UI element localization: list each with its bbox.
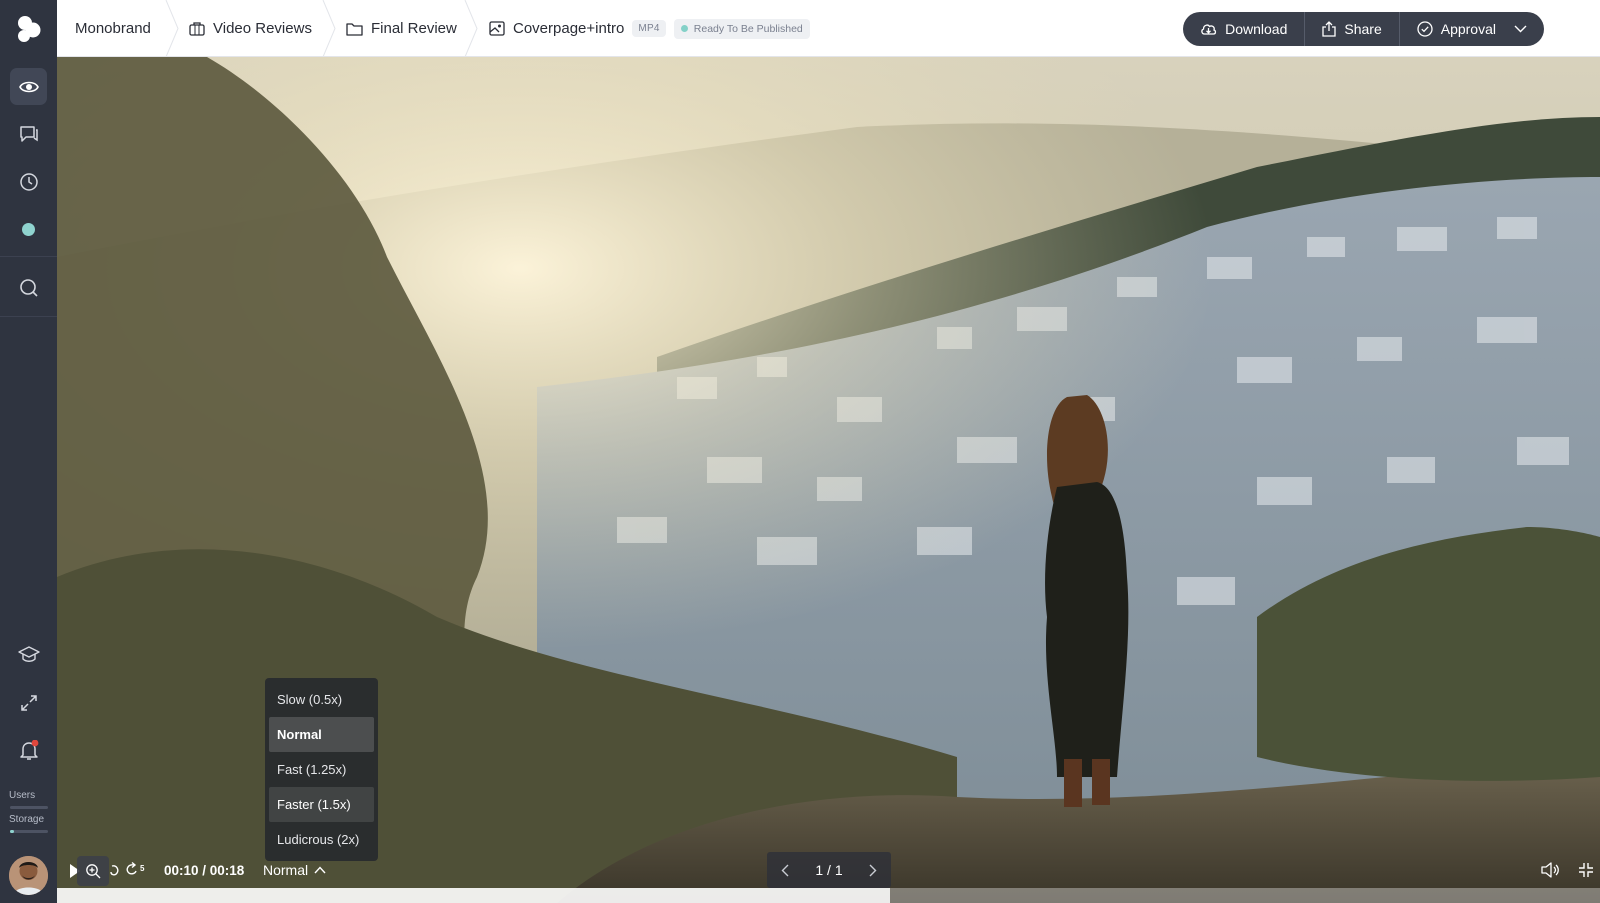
- speed-option-fast[interactable]: Fast (1.25x): [269, 752, 374, 787]
- search-button[interactable]: [10, 269, 47, 306]
- player-controls: 5 00:10 / 00:18 Normal 1 / 1: [57, 852, 1600, 888]
- status-badge[interactable]: Ready To Be Published: [673, 18, 810, 39]
- share-icon: [1322, 21, 1337, 37]
- clock-icon: [19, 172, 38, 191]
- speed-option-faster[interactable]: Faster (1.5x): [269, 787, 374, 822]
- history-button[interactable]: [10, 163, 47, 200]
- zoom-in-icon: [86, 864, 101, 879]
- cloud-download-icon: [1201, 24, 1217, 35]
- bell-icon: [19, 740, 38, 760]
- volume-icon[interactable]: [1541, 862, 1559, 878]
- time-display: 00:10 / 00:18: [164, 863, 245, 878]
- speed-selector[interactable]: Normal: [263, 862, 326, 878]
- breadcrumb-separator-icon: [165, 0, 179, 57]
- share-button[interactable]: Share: [1305, 12, 1400, 46]
- top-bar: Monobrand Video Reviews Final Review Cov…: [57, 0, 1600, 57]
- breadcrumb-separator-icon: [464, 0, 478, 57]
- zoom-button[interactable]: [77, 856, 109, 886]
- notifications-button[interactable]: [10, 732, 47, 769]
- view-mode-button[interactable]: [10, 68, 47, 105]
- briefcase-icon: [189, 22, 205, 36]
- comments-button[interactable]: [10, 116, 47, 153]
- breadcrumb-asset-label: Coverpage+intro: [513, 20, 625, 37]
- status-badge-label: Ready To Be Published: [693, 22, 803, 35]
- rail-divider: [0, 316, 57, 317]
- breadcrumb-workspace[interactable]: Monobrand: [75, 0, 151, 57]
- page-indicator: 1 / 1: [815, 862, 843, 878]
- chevron-down-icon: [1514, 25, 1527, 33]
- breadcrumb-separator-icon: [322, 0, 336, 57]
- users-quota-label: Users: [9, 790, 36, 801]
- breadcrumb-folder-label: Final Review: [371, 20, 457, 37]
- approval-label: Approval: [1440, 21, 1496, 37]
- speed-option-ludicrous[interactable]: Ludicrous (2x): [269, 822, 374, 857]
- breadcrumb-project-label: Video Reviews: [213, 20, 312, 37]
- speed-option-normal[interactable]: Normal: [269, 717, 374, 752]
- left-rail: Users Storage: [0, 0, 57, 903]
- avatar[interactable]: [9, 856, 48, 895]
- status-button[interactable]: [10, 211, 47, 248]
- asset-actions: Download Share Approval: [1183, 12, 1544, 46]
- eye-icon: [18, 81, 39, 92]
- speed-selector-label: Normal: [263, 862, 309, 878]
- breadcrumb-folder[interactable]: Final Review: [346, 0, 457, 57]
- chevron-left-icon[interactable]: [781, 864, 789, 877]
- playback-progress-bar[interactable]: [57, 888, 1600, 903]
- storage-quota-label: Storage: [9, 814, 45, 825]
- status-dot-icon: [680, 25, 688, 32]
- exit-fullscreen-icon[interactable]: [1578, 862, 1594, 878]
- search-icon: [19, 278, 38, 297]
- comments-icon: [19, 126, 38, 142]
- status-dot-icon: [22, 223, 35, 236]
- forward-5-button[interactable]: 5: [125, 861, 144, 877]
- rail-divider: [0, 256, 57, 257]
- page-navigator: 1 / 1: [767, 852, 891, 888]
- folder-icon: [346, 22, 363, 36]
- image-icon: [489, 21, 505, 36]
- format-badge: MP4: [632, 20, 666, 37]
- share-label: Share: [1344, 21, 1382, 37]
- academy-button[interactable]: [10, 636, 47, 673]
- approval-button[interactable]: Approval: [1400, 12, 1544, 46]
- playback-speed-menu: Slow (0.5x) Normal Fast (1.25x) Faster (…: [265, 678, 378, 861]
- check-circle-icon: [1417, 21, 1433, 37]
- forward-5-icon: [126, 861, 137, 875]
- download-label: Download: [1225, 21, 1288, 37]
- rewind-5-icon[interactable]: [110, 862, 120, 878]
- playback-progress-fill: [57, 888, 891, 903]
- app-logo-icon[interactable]: [0, 0, 57, 57]
- fullscreen-button[interactable]: [10, 684, 47, 721]
- graduation-cap-icon: [17, 645, 40, 662]
- breadcrumb-project[interactable]: Video Reviews: [189, 0, 312, 57]
- chevron-up-icon: [314, 866, 326, 874]
- chevron-right-icon[interactable]: [869, 864, 877, 877]
- storage-quota-bar: [10, 830, 48, 833]
- storage-quota-fill: [10, 830, 14, 833]
- breadcrumb-asset[interactable]: Coverpage+intro MP4 Ready To Be Publishe…: [489, 0, 810, 57]
- users-quota-bar: [10, 806, 48, 809]
- speed-option-slow[interactable]: Slow (0.5x): [269, 682, 374, 717]
- breadcrumb-workspace-label: Monobrand: [75, 20, 151, 37]
- download-button[interactable]: Download: [1183, 12, 1306, 46]
- forward-seconds-label: 5: [140, 864, 145, 873]
- expand-icon: [20, 694, 37, 711]
